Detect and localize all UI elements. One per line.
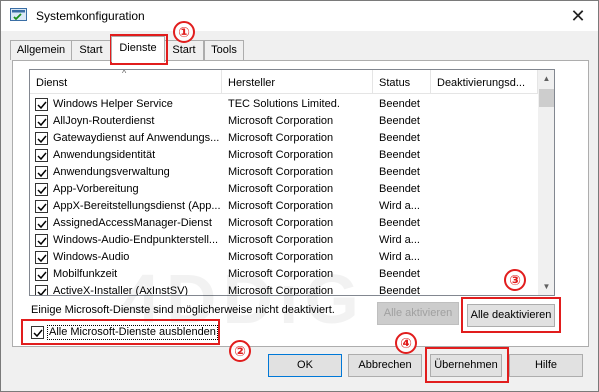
service-name: App-Vorbereitung bbox=[53, 183, 139, 195]
help-button[interactable]: Hilfe bbox=[509, 354, 583, 377]
service-status: Beendet bbox=[379, 115, 420, 127]
service-checkbox[interactable] bbox=[35, 285, 48, 295]
column-header-hersteller[interactable]: Hersteller bbox=[222, 70, 373, 94]
service-checkbox[interactable] bbox=[35, 234, 48, 247]
service-row[interactable]: App-Vorbereitung Microsoft Corporation B… bbox=[30, 181, 538, 198]
service-checkbox[interactable] bbox=[35, 268, 48, 281]
tab-start-2[interactable]: Start bbox=[164, 40, 204, 60]
scroll-down-icon[interactable]: ▼ bbox=[538, 278, 554, 295]
service-status: Beendet bbox=[379, 132, 420, 144]
close-icon[interactable]: ✕ bbox=[561, 3, 595, 29]
annotation-marker-1: ① bbox=[173, 21, 195, 43]
service-status: Wird a... bbox=[379, 234, 420, 246]
service-status: Wird a... bbox=[379, 251, 420, 263]
service-status: Wird a... bbox=[379, 200, 420, 212]
service-manufacturer: Microsoft Corporation bbox=[228, 217, 334, 229]
service-checkbox[interactable] bbox=[35, 166, 48, 179]
service-checkbox[interactable] bbox=[35, 115, 48, 128]
ok-button[interactable]: OK bbox=[268, 354, 342, 377]
service-manufacturer: Microsoft Corporation bbox=[228, 183, 334, 195]
service-name: AppX-Bereitstellungsdienst (App... bbox=[53, 200, 221, 212]
hide-microsoft-services-label[interactable]: Alle Microsoft-Dienste ausblenden bbox=[47, 325, 218, 340]
service-row[interactable]: AppX-Bereitstellungsdienst (App... Micro… bbox=[30, 198, 538, 215]
service-manufacturer: TEC Solutions Limited. bbox=[228, 98, 340, 110]
disable-all-button[interactable]: Alle deaktivieren bbox=[467, 304, 555, 327]
service-row[interactable]: Anwendungsverwaltung Microsoft Corporati… bbox=[30, 164, 538, 181]
service-manufacturer: Microsoft Corporation bbox=[228, 200, 334, 212]
service-name: Anwendungsidentität bbox=[53, 149, 156, 161]
service-manufacturer: Microsoft Corporation bbox=[228, 132, 334, 144]
hide-microsoft-services-checkbox[interactable] bbox=[31, 326, 44, 339]
service-row[interactable]: Windows-Audio-Endpunkterstell... Microso… bbox=[30, 232, 538, 249]
tab-dienste[interactable]: Dienste bbox=[111, 36, 165, 62]
service-status: Beendet bbox=[379, 166, 420, 178]
service-name: Anwendungsverwaltung bbox=[53, 166, 170, 178]
service-checkbox[interactable] bbox=[35, 200, 48, 213]
hide-microsoft-services-option[interactable]: Alle Microsoft-Dienste ausblenden bbox=[27, 323, 218, 342]
window-title: Systemkonfiguration bbox=[36, 9, 145, 23]
service-status: Beendet bbox=[379, 183, 420, 195]
service-row[interactable]: AllJoyn-Routerdienst Microsoft Corporati… bbox=[30, 113, 538, 130]
service-checkbox[interactable] bbox=[35, 98, 48, 111]
cancel-button[interactable]: Abbrechen bbox=[348, 354, 422, 377]
service-manufacturer: Microsoft Corporation bbox=[228, 149, 334, 161]
service-checkbox[interactable] bbox=[35, 251, 48, 264]
service-name: AssignedAccessManager-Dienst bbox=[53, 217, 212, 229]
services-list-header: ^ Dienst Hersteller Status Deaktivierung… bbox=[30, 70, 538, 94]
service-name: Gatewaydienst auf Anwendungs... bbox=[53, 132, 220, 144]
service-status: Beendet bbox=[379, 149, 420, 161]
service-status: Beendet bbox=[379, 98, 420, 110]
service-row[interactable]: Anwendungsidentität Microsoft Corporatio… bbox=[30, 147, 538, 164]
scrollbar-thumb[interactable] bbox=[539, 89, 554, 107]
tab-allgemein[interactable]: Allgemein bbox=[10, 40, 72, 60]
service-row[interactable]: AssignedAccessManager-Dienst Microsoft C… bbox=[30, 215, 538, 232]
column-header-dienst[interactable]: ^ Dienst bbox=[30, 70, 222, 94]
service-checkbox[interactable] bbox=[35, 183, 48, 196]
service-row[interactable]: Windows Helper Service TEC Solutions Lim… bbox=[30, 96, 538, 113]
annotation-marker-4: ④ bbox=[395, 332, 417, 354]
microsoft-services-note: Einige Microsoft-Dienste sind möglicherw… bbox=[31, 304, 335, 316]
apply-button[interactable]: Übernehmen bbox=[430, 354, 502, 377]
scroll-up-icon[interactable]: ▲ bbox=[538, 70, 554, 87]
service-row[interactable]: Gatewaydienst auf Anwendungs... Microsof… bbox=[30, 130, 538, 147]
title-bar: Systemkonfiguration ✕ bbox=[1, 1, 598, 31]
tab-start[interactable]: Start bbox=[71, 40, 111, 60]
service-name: AllJoyn-Routerdienst bbox=[53, 115, 155, 127]
annotation-marker-2: ② bbox=[229, 340, 251, 362]
enable-all-button[interactable]: Alle aktivieren bbox=[377, 302, 459, 325]
annotation-marker-3: ③ bbox=[504, 269, 526, 291]
service-status: Beendet bbox=[379, 268, 420, 280]
msconfig-app-icon bbox=[10, 8, 27, 23]
service-checkbox[interactable] bbox=[35, 217, 48, 230]
column-header-status[interactable]: Status bbox=[373, 70, 431, 94]
column-header-deaktivierungsdatum[interactable]: Deaktivierungsd... bbox=[431, 70, 538, 94]
system-configuration-window: Systemkonfiguration ✕ Allgemein Start Di… bbox=[0, 0, 599, 392]
service-manufacturer: Microsoft Corporation bbox=[228, 115, 334, 127]
services-list-scrollbar[interactable]: ▲ ▼ bbox=[538, 70, 554, 295]
sort-ascending-icon: ^ bbox=[122, 70, 127, 78]
service-status: Beendet bbox=[379, 217, 420, 229]
service-manufacturer: Microsoft Corporation bbox=[228, 234, 334, 246]
service-name: Windows-Audio-Endpunkterstell... bbox=[53, 234, 219, 246]
tab-tools[interactable]: Tools bbox=[204, 40, 244, 60]
service-manufacturer: Microsoft Corporation bbox=[228, 166, 334, 178]
service-checkbox[interactable] bbox=[35, 132, 48, 145]
service-status: Beendet bbox=[379, 285, 420, 296]
service-name: Windows Helper Service bbox=[53, 98, 173, 110]
service-checkbox[interactable] bbox=[35, 149, 48, 162]
